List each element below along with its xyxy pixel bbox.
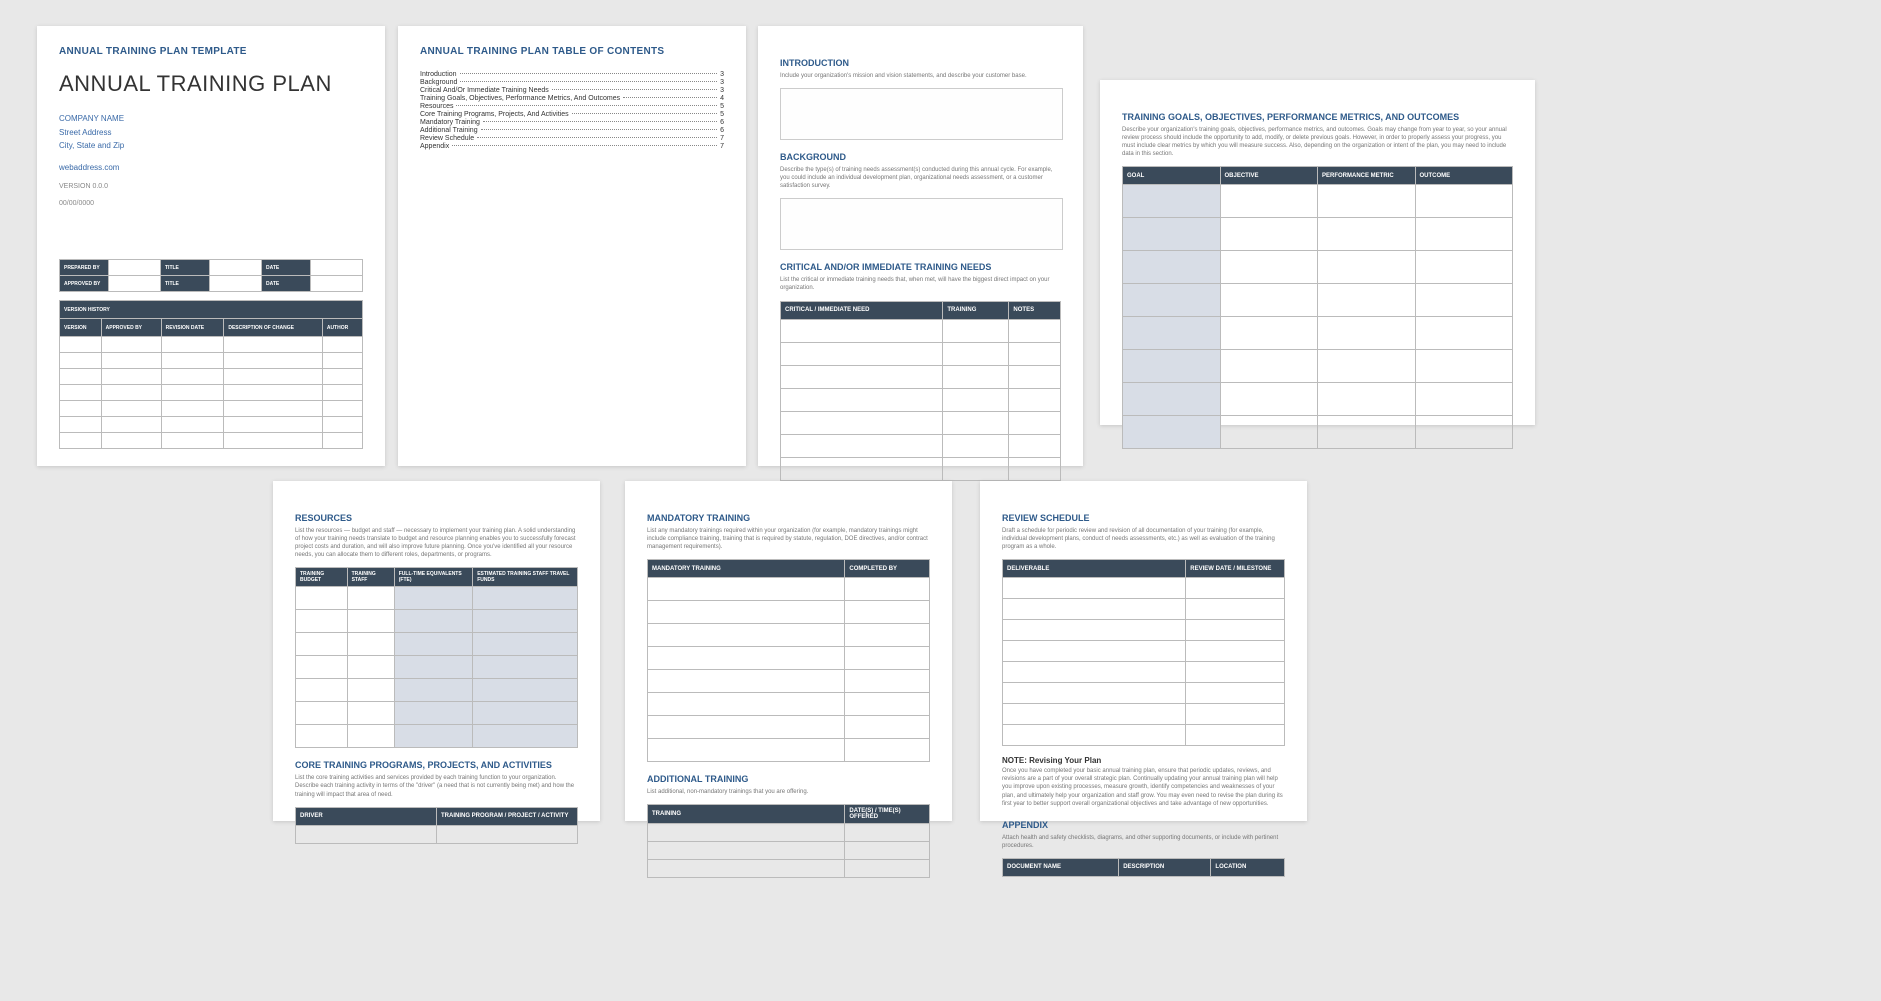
appendix-heading: APPENDIX (1002, 820, 1285, 830)
mandatory-table: MANDATORY TRAINING COMPLETED BY (647, 559, 930, 762)
city: City, State and Zip (59, 140, 363, 152)
intro-textbox[interactable] (780, 88, 1063, 140)
appendix-desc: Attach health and safety checklists, dia… (1002, 834, 1285, 850)
core-heading: CORE TRAINING PROGRAMS, PROJECTS, AND AC… (295, 760, 578, 770)
company-block: COMPANY NAME Street Address City, State … (59, 113, 363, 152)
page-1: ANNUAL TRAINING PLAN TEMPLATE ANNUAL TRA… (37, 26, 385, 466)
resources-desc: List the resources — budget and staff — … (295, 527, 578, 559)
toc-item: Mandatory Training6 (420, 119, 724, 126)
additional-heading: ADDITIONAL TRAINING (647, 774, 930, 784)
page-6: MANDATORY TRAINING List any mandatory tr… (625, 481, 952, 821)
version-history-header: VERSION HISTORY (60, 301, 363, 319)
review-table: DELIVERABLE REVIEW DATE / MILESTONE (1002, 559, 1285, 746)
doc-date: 00/00/0000 (59, 200, 363, 207)
intro-heading: INTRODUCTION (780, 58, 1061, 68)
prepared-by-label: PREPARED BY (60, 260, 109, 276)
page-3: INTRODUCTION Include your organization's… (758, 26, 1083, 466)
street: Street Address (59, 127, 363, 139)
critical-heading: CRITICAL AND/OR IMMEDIATE TRAINING NEEDS (780, 262, 1061, 272)
toc-item: Additional Training6 (420, 127, 724, 134)
additional-desc: List additional, non-mandatory trainings… (647, 788, 930, 796)
sign-off-table: PREPARED BY TITLE DATE APPROVED BY TITLE… (59, 259, 363, 292)
mandatory-heading: MANDATORY TRAINING (647, 513, 930, 523)
company-name: COMPANY NAME (59, 113, 363, 125)
critical-desc: List the critical or immediate training … (780, 276, 1061, 292)
review-desc: Draft a schedule for periodic review and… (1002, 527, 1285, 551)
appendix-table: DOCUMENT NAME DESCRIPTION LOCATION (1002, 858, 1285, 877)
title-label-1: TITLE (161, 260, 210, 276)
goals-table: GOAL OBJECTIVE PERFORMANCE METRIC OUTCOM… (1122, 166, 1513, 449)
approved-by-label: APPROVED BY (60, 276, 109, 292)
date-label-2: DATE (262, 276, 311, 292)
background-heading: BACKGROUND (780, 152, 1061, 162)
table-of-contents: Introduction3Background3Critical And/Or … (420, 71, 724, 150)
toc-item: Review Schedule7 (420, 135, 724, 142)
toc-item: Critical And/Or Immediate Training Needs… (420, 87, 724, 94)
title-label-2: TITLE (161, 276, 210, 292)
web: webaddress.com (59, 162, 363, 174)
goals-heading: TRAINING GOALS, OBJECTIVES, PERFORMANCE … (1122, 112, 1513, 122)
resources-heading: RESOURCES (295, 513, 578, 523)
note-desc: Once you have completed your basic annua… (1002, 767, 1285, 807)
toc-item: Resources5 (420, 103, 724, 110)
core-desc: List the core training activities and se… (295, 774, 578, 798)
toc-item: Training Goals, Objectives, Performance … (420, 95, 724, 102)
intro-desc: Include your organization's mission and … (780, 72, 1061, 80)
version: VERSION 0.0.0 (59, 183, 363, 190)
goals-desc: Describe your organization's training go… (1122, 126, 1513, 158)
additional-table: TRAINING DATE(S) / TIME(S) OFFERED (647, 804, 930, 878)
page-4: TRAINING GOALS, OBJECTIVES, PERFORMANCE … (1100, 80, 1535, 425)
toc-item: Background3 (420, 79, 724, 86)
toc-item: Appendix7 (420, 143, 724, 150)
toc-item: Introduction3 (420, 71, 724, 78)
template-header: ANNUAL TRAINING PLAN TEMPLATE (59, 46, 363, 57)
review-heading: REVIEW SCHEDULE (1002, 513, 1285, 523)
page-7: REVIEW SCHEDULE Draft a schedule for per… (980, 481, 1307, 821)
document-canvas: ANNUAL TRAINING PLAN TEMPLATE ANNUAL TRA… (20, 20, 1881, 981)
core-table: DRIVER TRAINING PROGRAM / PROJECT / ACTI… (295, 807, 578, 844)
critical-needs-table: CRITICAL / IMMEDIATE NEED TRAINING NOTES (780, 301, 1061, 481)
main-title: ANNUAL TRAINING PLAN (59, 71, 363, 97)
version-history-table: VERSION HISTORY VERSION APPROVED BY REVI… (59, 300, 363, 449)
background-desc: Describe the type(s) of training needs a… (780, 166, 1061, 190)
mandatory-desc: List any mandatory trainings required wi… (647, 527, 930, 551)
toc-header: ANNUAL TRAINING PLAN TABLE OF CONTENTS (420, 46, 724, 57)
note-heading: NOTE: Revising Your Plan (1002, 756, 1285, 765)
resources-table: TRAINING BUDGET TRAINING STAFF FULL-TIME… (295, 567, 578, 748)
page-2: ANNUAL TRAINING PLAN TABLE OF CONTENTS I… (398, 26, 746, 466)
date-label-1: DATE (262, 260, 311, 276)
background-textbox[interactable] (780, 198, 1063, 250)
page-5: RESOURCES List the resources — budget an… (273, 481, 600, 821)
toc-item: Core Training Programs, Projects, And Ac… (420, 111, 724, 118)
